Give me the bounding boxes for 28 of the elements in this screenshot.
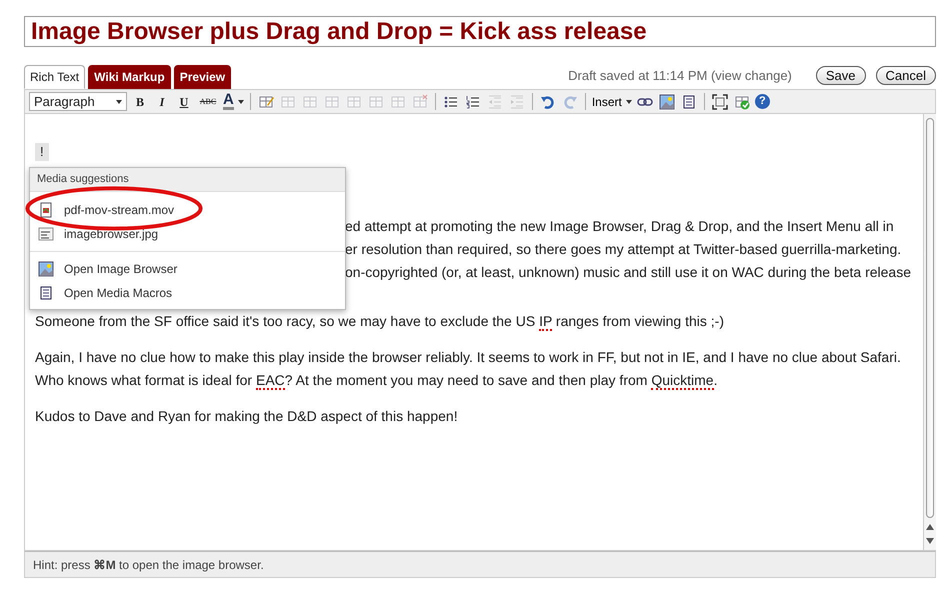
paragraph: Again, I have no clue how to make this play inside the browser reliably. It seems to work in FF, but not in IE, and I have no clue about Safari. Who knows what format is ideal for EAC? At the moment you may need to save and then play from Quicktime. — [35, 348, 902, 392]
media-marker[interactable]: ! — [35, 143, 49, 161]
text-line: er resolution than required, so there goes my attempt at Twitter-based guerrilla-marketing. — [345, 240, 902, 259]
format-dropdown[interactable]: Paragraph — [29, 92, 127, 111]
editor-tab[interactable]: Wiki Markup — [88, 65, 171, 89]
save-button[interactable]: Save — [816, 66, 866, 85]
editor-tab[interactable]: Rich Text — [24, 65, 86, 89]
hint-text: Hint: press ⌘M to open the image browser. — [33, 556, 264, 574]
italic-button[interactable]: I — [153, 92, 171, 110]
text-line: ed attempt at promoting the new Image Browser, Drag & Drop, and the Insert Menu all in — [345, 217, 895, 236]
cancel-button[interactable]: Cancel — [876, 66, 936, 85]
underline-button[interactable]: U — [175, 92, 193, 110]
popup-item[interactable]: imagebrowser.jpg — [30, 222, 345, 246]
strikethrough-button[interactable]: ABC — [197, 96, 219, 108]
insert-menu-button[interactable]: Insert — [592, 92, 632, 110]
popup-item[interactable]: pdf-mov-stream.mov — [30, 198, 345, 222]
popup-header: Media suggestions — [30, 168, 345, 192]
popup-item[interactable]: Open Media Macros — [30, 280, 345, 304]
paragraph: Kudos to Dave and Ryan for making the D&D aspect of this happen! — [35, 407, 459, 426]
text-color-button[interactable]: A — [223, 93, 244, 110]
page-title-field[interactable]: Image Browser plus Drag and Drop = Kick ass release — [24, 16, 936, 47]
popup-item[interactable]: Open Image Browser — [30, 256, 345, 280]
paragraph: Someone from the SF office said it's too racy, so we may have to exclude the US IP ranges from viewing this ;-) — [35, 312, 725, 333]
help-button[interactable]: ? — [754, 94, 770, 109]
editor-tab[interactable]: Preview — [174, 65, 232, 89]
bold-button[interactable]: B — [131, 92, 149, 110]
draft-status: Draft saved at 11:14 PM (view change) — [568, 66, 792, 85]
text-line: on-copyrighted (or, at least, unknown) music and still use it on WAC during the beta release — [345, 263, 911, 282]
